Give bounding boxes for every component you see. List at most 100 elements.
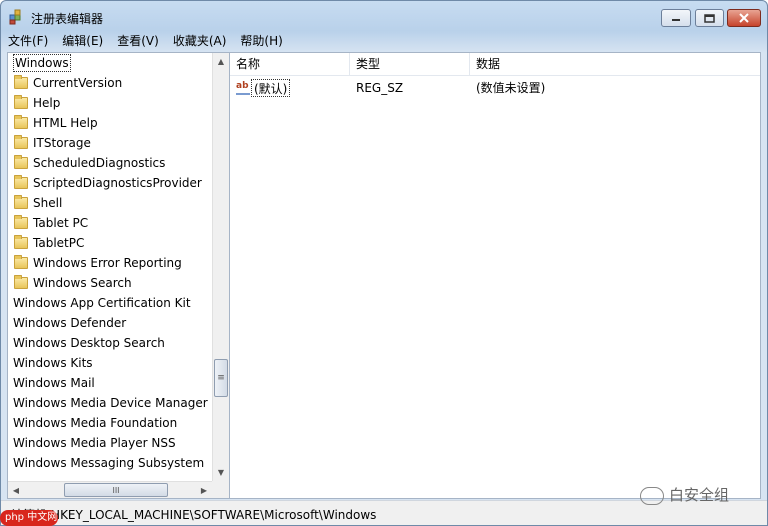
tree-item[interactable]: Windows App Certification Kit (8, 293, 212, 313)
maximize-icon (704, 13, 715, 23)
horizontal-scroll-thumb[interactable]: III (64, 483, 168, 497)
tree-item-label: Windows Mail (13, 376, 95, 390)
tree-item[interactable]: ITStorage (8, 133, 212, 153)
minimize-button[interactable] (661, 9, 691, 27)
client-area: Windows CurrentVersion Help HTML Help ITStor… (7, 52, 761, 499)
tree-item[interactable]: ScheduledDiagnostics (8, 153, 212, 173)
tree-item-label: Windows Media Player NSS (13, 436, 176, 450)
tree-item[interactable]: Windows Messaging Subsystem (8, 453, 212, 473)
scroll-up-button[interactable]: ▲ (213, 53, 229, 70)
wechat-icon (640, 486, 664, 505)
folder-icon (14, 135, 28, 149)
tree-item-label: Help (33, 96, 61, 110)
tree-item[interactable]: Windows Desktop Search (8, 333, 212, 353)
tree-item-label: Windows Desktop Search (13, 336, 165, 350)
tree-item[interactable]: Windows Kits (8, 353, 212, 373)
menu-help[interactable]: 帮助(H) (233, 31, 289, 51)
tree-item-label: Windows (13, 54, 71, 72)
menu-file[interactable]: 文件(F) (1, 31, 55, 51)
title-bar[interactable]: 注册表编辑器 (1, 1, 767, 31)
tree-item[interactable]: TabletPC (8, 233, 212, 253)
tree-item-label: Windows Media Device Manager (13, 396, 208, 410)
value-data: (数值未设置) (476, 81, 546, 95)
string-value-icon: ab (236, 81, 250, 95)
tree-vertical-scrollbar[interactable]: ▲ ≡ ▼ (212, 53, 229, 481)
tree-item-label: Shell (33, 196, 63, 210)
tree-item-label: Windows Messaging Subsystem (13, 456, 205, 470)
grip-icon: III (112, 485, 120, 495)
scrollbar-corner (212, 481, 229, 498)
key-tree-pane: Windows CurrentVersion Help HTML Help ITStor… (8, 53, 230, 498)
close-button[interactable] (727, 9, 761, 27)
folder-icon (14, 215, 28, 229)
tree-item[interactable]: Shell (8, 193, 212, 213)
value-type: REG_SZ (356, 81, 404, 95)
maximize-button[interactable] (695, 9, 724, 27)
tree-item[interactable]: Windows Media Player NSS (8, 433, 212, 453)
scroll-down-button[interactable]: ▼ (213, 464, 229, 481)
value-name: (默认) (251, 79, 291, 97)
folder-icon (14, 275, 28, 289)
folder-icon (14, 235, 28, 249)
tree-item[interactable]: Tablet PC (8, 213, 212, 233)
tree-horizontal-scrollbar[interactable]: ◀ III ▶ (8, 481, 212, 498)
tree-item-label: Windows App Certification Kit (13, 296, 191, 310)
column-header: 名称 类型 数据 (230, 53, 760, 76)
tree-item[interactable]: Windows Search (8, 273, 212, 293)
folder-icon (14, 155, 28, 169)
grip-icon: ≡ (217, 373, 225, 383)
column-name-header[interactable]: 名称 (230, 53, 350, 75)
arrow-up-icon: ▲ (217, 57, 225, 66)
tree-item[interactable]: Windows Media Device Manager (8, 393, 212, 413)
menu-view[interactable]: 查看(V) (110, 31, 166, 51)
tree-item-label: CurrentVersion (33, 76, 123, 90)
tree-item-label: ITStorage (33, 136, 91, 150)
column-data-header[interactable]: 数据 (470, 53, 760, 75)
window-title: 注册表编辑器 (31, 12, 104, 26)
close-icon (739, 13, 749, 23)
tree-item-label: ScheduledDiagnostics (33, 156, 166, 170)
values-list-pane: 名称 类型 数据 ab (默认) REG_SZ (数值未设置) (230, 53, 760, 498)
tree-item[interactable]: Windows Mail (8, 373, 212, 393)
menu-favorites[interactable]: 收藏夹(A) (166, 31, 234, 51)
registry-editor-window: 注册表编辑器 文件(F) 编辑(E) 查看(V) 收藏夹(A) 帮助(H) Wi… (0, 0, 768, 526)
tree-item[interactable]: Windows Error Reporting (8, 253, 212, 273)
minimize-icon (672, 19, 680, 21)
tree-item-label: TabletPC (33, 236, 85, 250)
arrow-down-icon: ▼ (217, 468, 225, 477)
menu-bar: 文件(F) 编辑(E) 查看(V) 收藏夹(A) 帮助(H) (1, 31, 767, 51)
folder-icon (14, 95, 28, 109)
arrow-right-icon: ▶ (200, 486, 208, 495)
tree-item[interactable]: ScriptedDiagnosticsProvider (8, 173, 212, 193)
tree-item[interactable]: Windows Defender (8, 313, 212, 333)
scroll-right-button[interactable]: ▶ (196, 482, 212, 498)
tree-item-label: Windows Search (33, 276, 132, 290)
column-type-header[interactable]: 类型 (350, 53, 470, 75)
tree-item-label: Windows Error Reporting (33, 256, 182, 270)
tree-item[interactable]: Windows Media Foundation (8, 413, 212, 433)
vertical-scroll-thumb[interactable]: ≡ (214, 359, 228, 397)
folder-icon (14, 255, 28, 269)
watermark-text: 白安全组 (669, 486, 730, 504)
tree-item[interactable]: CurrentVersion (8, 73, 212, 93)
folder-icon (14, 195, 28, 209)
scroll-left-button[interactable]: ◀ (8, 482, 24, 498)
tree-item[interactable]: HTML Help (8, 113, 212, 133)
registry-editor-icon (9, 9, 21, 25)
tree-item-label: Windows Kits (13, 356, 93, 370)
tree-item-label: HTML Help (33, 116, 98, 130)
tree-item-label: Tablet PC (33, 216, 89, 230)
tree-item-label: Windows Media Foundation (13, 416, 178, 430)
arrow-left-icon: ◀ (12, 486, 20, 495)
tree-item[interactable]: Help (8, 93, 212, 113)
status-path: 计算机\HKEY_LOCAL_MACHINE\SOFTWARE\Microsof… (11, 508, 377, 522)
tree-item-label: ScriptedDiagnosticsProvider (33, 176, 202, 190)
folder-icon (14, 115, 28, 129)
menu-edit[interactable]: 编辑(E) (55, 31, 110, 51)
key-tree: Windows CurrentVersion Help HTML Help ITStor… (8, 53, 212, 481)
folder-icon (14, 75, 28, 89)
list-item[interactable]: ab (默认) REG_SZ (数值未设置) (230, 77, 760, 99)
folder-icon (14, 175, 28, 189)
php-logo: php 中文网 (0, 510, 58, 526)
tree-item[interactable]: Windows (8, 53, 212, 73)
